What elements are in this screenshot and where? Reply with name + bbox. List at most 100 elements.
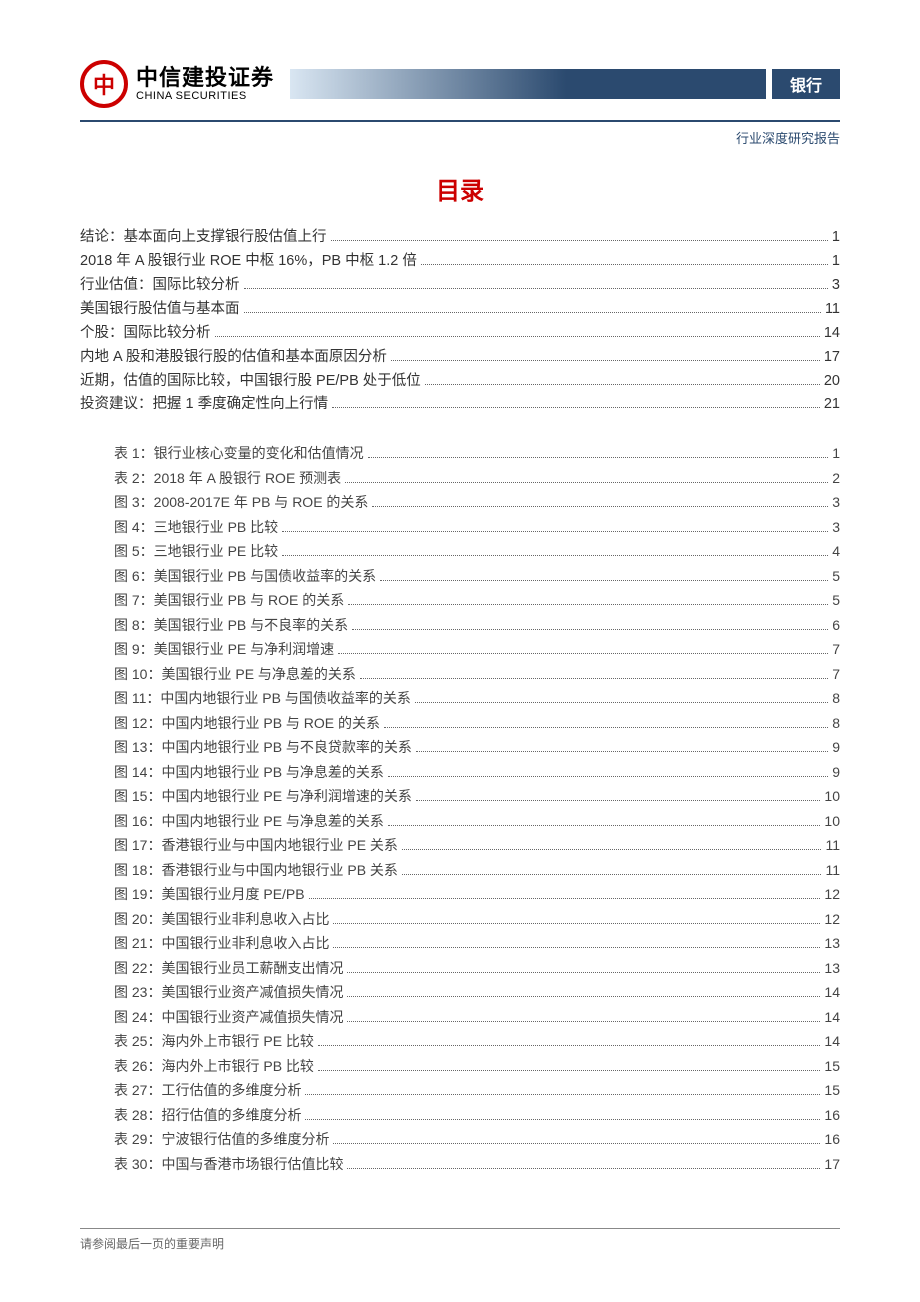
toc-entry[interactable]: 个股：国际比较分析 14 bbox=[80, 322, 840, 346]
toc-entry-page: 8 bbox=[832, 711, 840, 736]
footer-rule bbox=[80, 1228, 840, 1229]
toc-entry[interactable]: 图 6：美国银行业 PB 与国债收益率的关系5 bbox=[114, 564, 840, 589]
toc-entry-page: 3 bbox=[832, 490, 840, 515]
toc-entry[interactable]: 表 25：海内外上市银行 PE 比较14 bbox=[114, 1029, 840, 1054]
toc-entry[interactable]: 图 10：美国银行业 PE 与净息差的关系7 bbox=[114, 662, 840, 687]
toc-entry-label: 图 8：美国银行业 PB 与不良率的关系 bbox=[114, 613, 348, 638]
toc-leader bbox=[360, 678, 828, 679]
toc-leader bbox=[347, 972, 820, 973]
toc-entry-label: 图 23：美国银行业资产减值损失情况 bbox=[114, 980, 343, 1005]
toc-entry[interactable]: 投资建议：把握 1 季度确定性向上行情21 bbox=[80, 393, 840, 417]
toc-entry-label: 表 27：工行估值的多维度分析 bbox=[114, 1078, 301, 1103]
toc-entry[interactable]: 图 17：香港银行业与中国内地银行业 PE 关系11 bbox=[114, 833, 840, 858]
toc-leader bbox=[305, 1119, 820, 1120]
toc-entry[interactable]: 图 11：中国内地银行业 PB 与国债收益率的关系8 bbox=[114, 686, 840, 711]
toc-entry-page: 14 bbox=[824, 322, 840, 346]
company-name-en: CHINA SECURITIES bbox=[136, 90, 274, 102]
company-name-cn: 中信建投证券 bbox=[136, 66, 274, 90]
toc-entry-label: 表 25：海内外上市银行 PE 比较 bbox=[114, 1029, 314, 1054]
toc-entry-label: 2018 年 A 股银行业 ROE 中枢 16%，PB 中枢 1.2 倍 bbox=[80, 250, 417, 274]
toc-entry-page: 9 bbox=[832, 735, 840, 760]
toc-entry-page: 10 bbox=[824, 809, 840, 834]
toc-section-figures: 表 1：银行业核心变量的变化和估值情况1表 2：2018 年 A 股银行 ROE… bbox=[80, 441, 840, 1176]
toc-entry-label: 图 24：中国银行业资产减值损失情况 bbox=[114, 1005, 343, 1030]
toc-entry[interactable]: 图 21：中国银行业非利息收入占比13 bbox=[114, 931, 840, 956]
toc-entry[interactable]: 图 19：美国银行业月度 PE/PB12 bbox=[114, 882, 840, 907]
toc-entry[interactable]: 图 22：美国银行业员工薪酬支出情况 13 bbox=[114, 956, 840, 981]
report-type: 行业深度研究报告 bbox=[80, 128, 840, 147]
toc-entry[interactable]: 图 12：中国内地银行业 PB 与 ROE 的关系 8 bbox=[114, 711, 840, 736]
toc-entry-label: 图 12：中国内地银行业 PB 与 ROE 的关系 bbox=[114, 711, 380, 736]
toc-heading: 目录 bbox=[80, 171, 840, 206]
toc-entry-page: 8 bbox=[832, 686, 840, 711]
toc-entry-page: 17 bbox=[824, 1152, 840, 1177]
toc-entry-page: 14 bbox=[824, 1005, 840, 1030]
toc-leader bbox=[388, 825, 821, 826]
toc-entry-page: 7 bbox=[832, 637, 840, 662]
toc-entry-label: 投资建议：把握 1 季度确定性向上行情 bbox=[80, 393, 328, 417]
toc-entry-label: 图 14：中国内地银行业 PB 与净息差的关系 bbox=[114, 760, 384, 785]
toc-entry[interactable]: 图 13：中国内地银行业 PB 与不良贷款率的关系9 bbox=[114, 735, 840, 760]
toc-entry[interactable]: 表 29：宁波银行估值的多维度分析16 bbox=[114, 1127, 840, 1152]
toc-entry-page: 11 bbox=[825, 298, 840, 322]
header-rule bbox=[80, 120, 840, 122]
toc-entry[interactable]: 近期，估值的国际比较，中国银行股 PE/PB 处于低位20 bbox=[80, 370, 840, 394]
toc-entry-label: 图 4：三地银行业 PB 比较 bbox=[114, 515, 278, 540]
toc-entry[interactable]: 2018 年 A 股银行业 ROE 中枢 16%，PB 中枢 1.2 倍1 bbox=[80, 250, 840, 274]
toc-entry[interactable]: 图 16：中国内地银行业 PE 与净息差的关系 10 bbox=[114, 809, 840, 834]
toc-section-main: 结论：基本面向上支撑银行股估值上行12018 年 A 股银行业 ROE 中枢 1… bbox=[80, 226, 840, 417]
toc-entry-page: 11 bbox=[825, 858, 840, 883]
toc-entry[interactable]: 图 18：香港银行业与中国内地银行业 PB 关系11 bbox=[114, 858, 840, 883]
toc-entry-label: 结论：基本面向上支撑银行股估值上行 bbox=[80, 226, 327, 250]
toc-entry-label: 图 22：美国银行业员工薪酬支出情况 bbox=[114, 956, 343, 981]
toc-entry[interactable]: 内地 A 股和港股银行股的估值和基本面原因分析17 bbox=[80, 346, 840, 370]
toc-entry-page: 4 bbox=[832, 539, 840, 564]
toc-leader bbox=[347, 996, 820, 997]
toc-entry[interactable]: 图 8：美国银行业 PB 与不良率的关系6 bbox=[114, 613, 840, 638]
toc-entry[interactable]: 表 30：中国与香港市场银行估值比较17 bbox=[114, 1152, 840, 1177]
toc-leader bbox=[345, 482, 828, 483]
toc-entry[interactable]: 图 23：美国银行业资产减值损失情况 14 bbox=[114, 980, 840, 1005]
toc-entry[interactable]: 表 2：2018 年 A 股银行 ROE 预测表2 bbox=[114, 466, 840, 491]
toc-leader bbox=[416, 800, 821, 801]
toc-leader bbox=[244, 288, 828, 289]
toc-leader bbox=[384, 727, 828, 728]
toc-entry-page: 10 bbox=[824, 784, 840, 809]
toc-entry-label: 美国银行股估值与基本面 bbox=[80, 298, 240, 322]
toc-leader bbox=[347, 1021, 820, 1022]
toc-entry[interactable]: 图 14：中国内地银行业 PB 与净息差的关系9 bbox=[114, 760, 840, 785]
toc-entry[interactable]: 行业估值：国际比较分析3 bbox=[80, 274, 840, 298]
toc-entry-page: 13 bbox=[824, 931, 840, 956]
toc-leader bbox=[333, 947, 820, 948]
toc-entry-label: 图 16：中国内地银行业 PE 与净息差的关系 bbox=[114, 809, 384, 834]
toc-entry-page: 7 bbox=[832, 662, 840, 687]
toc-entry[interactable]: 图 20：美国银行业非利息收入占比12 bbox=[114, 907, 840, 932]
toc-entry-page: 13 bbox=[824, 956, 840, 981]
toc-entry[interactable]: 图 5：三地银行业 PE 比较4 bbox=[114, 539, 840, 564]
toc-leader bbox=[318, 1045, 821, 1046]
toc-entry-label: 表 26：海内外上市银行 PB 比较 bbox=[114, 1054, 314, 1079]
toc-entry[interactable]: 表 1：银行业核心变量的变化和估值情况1 bbox=[114, 441, 840, 466]
toc-entry[interactable]: 图 3：2008-2017E 年 PB 与 ROE 的关系3 bbox=[114, 490, 840, 515]
toc-entry[interactable]: 表 27：工行估值的多维度分析15 bbox=[114, 1078, 840, 1103]
toc-entry-page: 1 bbox=[832, 441, 840, 466]
toc-leader bbox=[402, 849, 822, 850]
toc-entry-page: 14 bbox=[824, 980, 840, 1005]
toc-entry[interactable]: 图 15：中国内地银行业 PE 与净利润增速的关系 10 bbox=[114, 784, 840, 809]
toc-entry[interactable]: 结论：基本面向上支撑银行股估值上行1 bbox=[80, 226, 840, 250]
toc-entry[interactable]: 表 28：招行估值的多维度分析16 bbox=[114, 1103, 840, 1128]
toc-leader bbox=[372, 506, 828, 507]
toc-entry-label: 表 29：宁波银行估值的多维度分析 bbox=[114, 1127, 329, 1152]
header: 中 中信建投证券 CHINA SECURITIES 银行 bbox=[80, 60, 840, 108]
toc-entry[interactable]: 图 7：美国银行业 PB 与 ROE 的关系5 bbox=[114, 588, 840, 613]
toc-leader bbox=[391, 360, 820, 361]
toc-entry[interactable]: 图 24：中国银行业资产减值损失情况 14 bbox=[114, 1005, 840, 1030]
toc-entry[interactable]: 图 9：美国银行业 PE 与净利润增速7 bbox=[114, 637, 840, 662]
toc-entry[interactable]: 图 4：三地银行业 PB 比较3 bbox=[114, 515, 840, 540]
toc-entry-label: 个股：国际比较分析 bbox=[80, 322, 211, 346]
toc-leader bbox=[331, 240, 828, 241]
toc-entry[interactable]: 表 26：海内外上市银行 PB 比较15 bbox=[114, 1054, 840, 1079]
toc-entry[interactable]: 美国银行股估值与基本面 11 bbox=[80, 298, 840, 322]
toc-entry-label: 图 15：中国内地银行业 PE 与净利润增速的关系 bbox=[114, 784, 412, 809]
toc-leader bbox=[402, 874, 822, 875]
